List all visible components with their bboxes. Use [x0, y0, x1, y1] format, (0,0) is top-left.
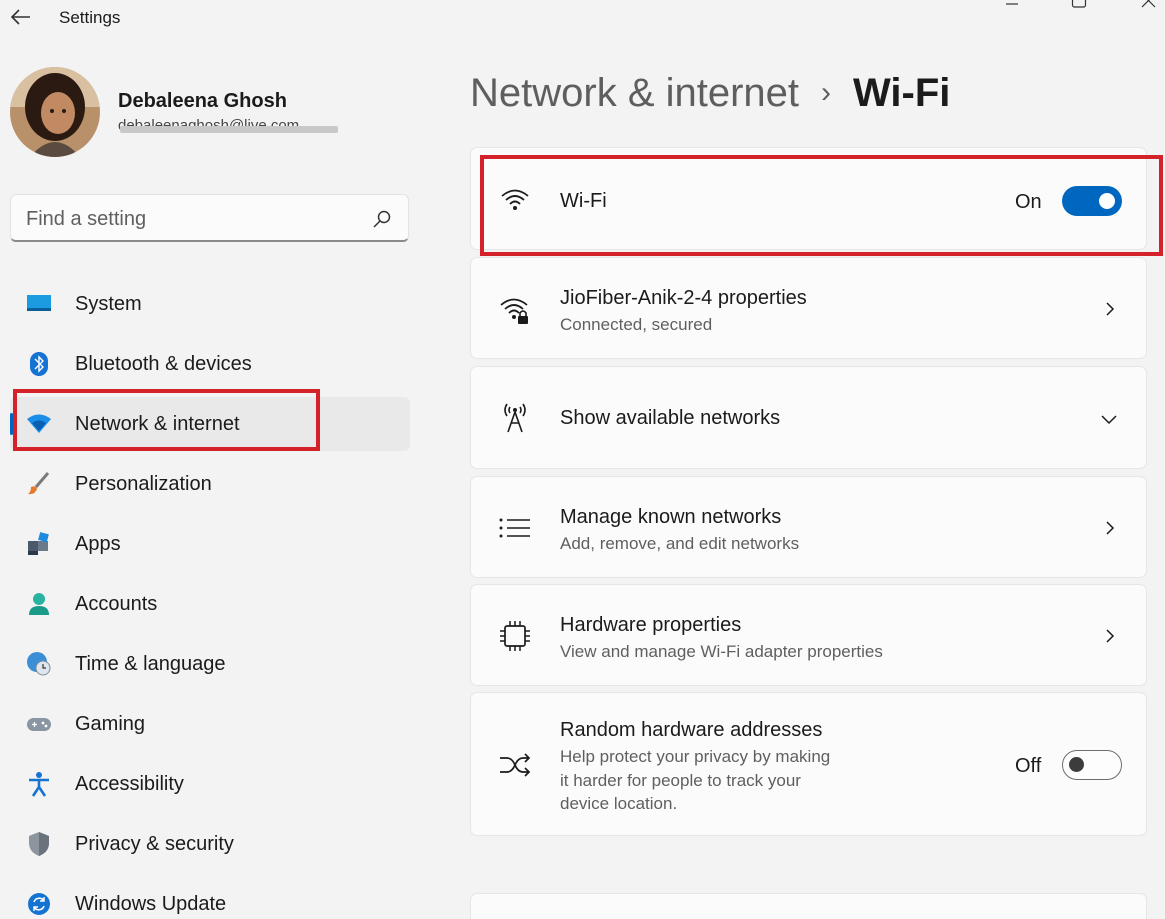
sidebar-item-accessibility[interactable]: Accessibility [10, 754, 410, 814]
chevron-down-icon [1101, 415, 1117, 425]
random-hardware-state-label: Off [1015, 755, 1042, 777]
maximize-button[interactable] [1064, 0, 1094, 14]
chevron-right-icon [1106, 302, 1115, 316]
available-networks-card[interactable]: Show available networks [470, 366, 1147, 469]
globe-clock-icon [26, 651, 52, 677]
avatar [10, 67, 100, 157]
sidebar-item-gaming[interactable]: Gaming [10, 694, 410, 754]
manage-known-networks-subtitle: Add, remove, and edit networks [560, 534, 800, 553]
user-name: Debaleena Ghosh [118, 90, 287, 112]
app-title: Settings [59, 8, 121, 27]
hardware-properties-card[interactable]: Hardware properties View and manage Wi-F… [470, 584, 1147, 686]
shield-icon [26, 831, 52, 857]
hardware-properties-subtitle: View and manage Wi-Fi adapter properties [560, 642, 883, 661]
chevron-right-icon [1106, 521, 1115, 535]
network-properties-title: JioFiber-Anik-2-4 properties [560, 287, 807, 309]
system-icon [26, 291, 52, 317]
list-icon [499, 512, 531, 544]
hardware-properties-title: Hardware properties [560, 614, 742, 636]
search-placeholder: Find a setting [26, 208, 147, 230]
sidebar-item-time-language[interactable]: Time & language [10, 634, 410, 694]
random-hardware-subtitle-line3: device location. [560, 794, 678, 813]
breadcrumb-parent[interactable]: Network & internet [470, 71, 799, 116]
breadcrumb-separator: › [821, 76, 832, 109]
manage-known-networks-card[interactable]: Manage known networks Add, remove, and e… [470, 476, 1147, 578]
available-networks-title: Show available networks [560, 407, 781, 429]
bluetooth-icon [26, 351, 52, 377]
back-button[interactable] [8, 4, 34, 30]
search-icon [373, 210, 391, 228]
shuffle-icon [499, 749, 531, 781]
sidebar-item-accounts[interactable]: Accounts [10, 574, 410, 634]
minimize-button[interactable] [997, 0, 1027, 14]
apps-icon [26, 531, 52, 557]
minimize-icon [1006, 3, 1018, 5]
wifi-secured-icon [499, 294, 531, 326]
next-settings-card [470, 893, 1147, 919]
random-hardware-subtitle-line2: it harder for people to track your [560, 771, 801, 790]
random-hardware-title: Random hardware addresses [560, 719, 823, 741]
random-hardware-toggle[interactable] [1062, 750, 1122, 780]
accessibility-icon [26, 771, 52, 797]
manage-known-networks-title: Manage known networks [560, 506, 782, 528]
sidebar-item-personalization[interactable]: Personalization [10, 454, 410, 514]
email-redaction [120, 126, 338, 133]
close-icon [1141, 0, 1156, 8]
network-properties-subtitle: Connected, secured [560, 315, 713, 334]
title-bar: Settings [0, 0, 1165, 36]
page-title: Wi-Fi [853, 70, 951, 115]
user-profile[interactable]: Debaleena Ghosh debaleenaghosh@live.com [10, 67, 410, 159]
sidebar-item-system[interactable]: System [10, 274, 410, 334]
chevron-right-icon [1106, 629, 1115, 643]
close-button[interactable] [1133, 0, 1163, 14]
update-icon [26, 891, 52, 917]
sidebar-item-bluetooth[interactable]: Bluetooth & devices [10, 334, 410, 394]
highlight-box-wifi [480, 155, 1163, 256]
chip-icon [499, 620, 531, 652]
sidebar-item-apps[interactable]: Apps [10, 514, 410, 574]
antenna-icon [499, 401, 531, 433]
gamepad-icon [26, 711, 52, 737]
search-input[interactable]: Find a setting [10, 194, 409, 242]
back-arrow-icon [11, 9, 30, 25]
maximize-icon [1071, 0, 1087, 8]
person-icon [26, 591, 52, 617]
sidebar-item-windows-update[interactable]: Windows Update [10, 874, 410, 919]
random-hardware-subtitle-line1: Help protect your privacy by making [560, 747, 831, 766]
random-hardware-addresses-card: Random hardware addresses Help protect y… [470, 692, 1147, 836]
breadcrumb: Network & internet › Wi-Fi [470, 68, 950, 118]
sidebar-nav: System Bluetooth & devices Network & int… [10, 274, 410, 919]
sidebar-item-privacy-security[interactable]: Privacy & security [10, 814, 410, 874]
network-properties-card[interactable]: JioFiber-Anik-2-4 properties Connected, … [470, 257, 1147, 359]
brush-icon [26, 471, 52, 497]
highlight-box-network [13, 389, 320, 451]
